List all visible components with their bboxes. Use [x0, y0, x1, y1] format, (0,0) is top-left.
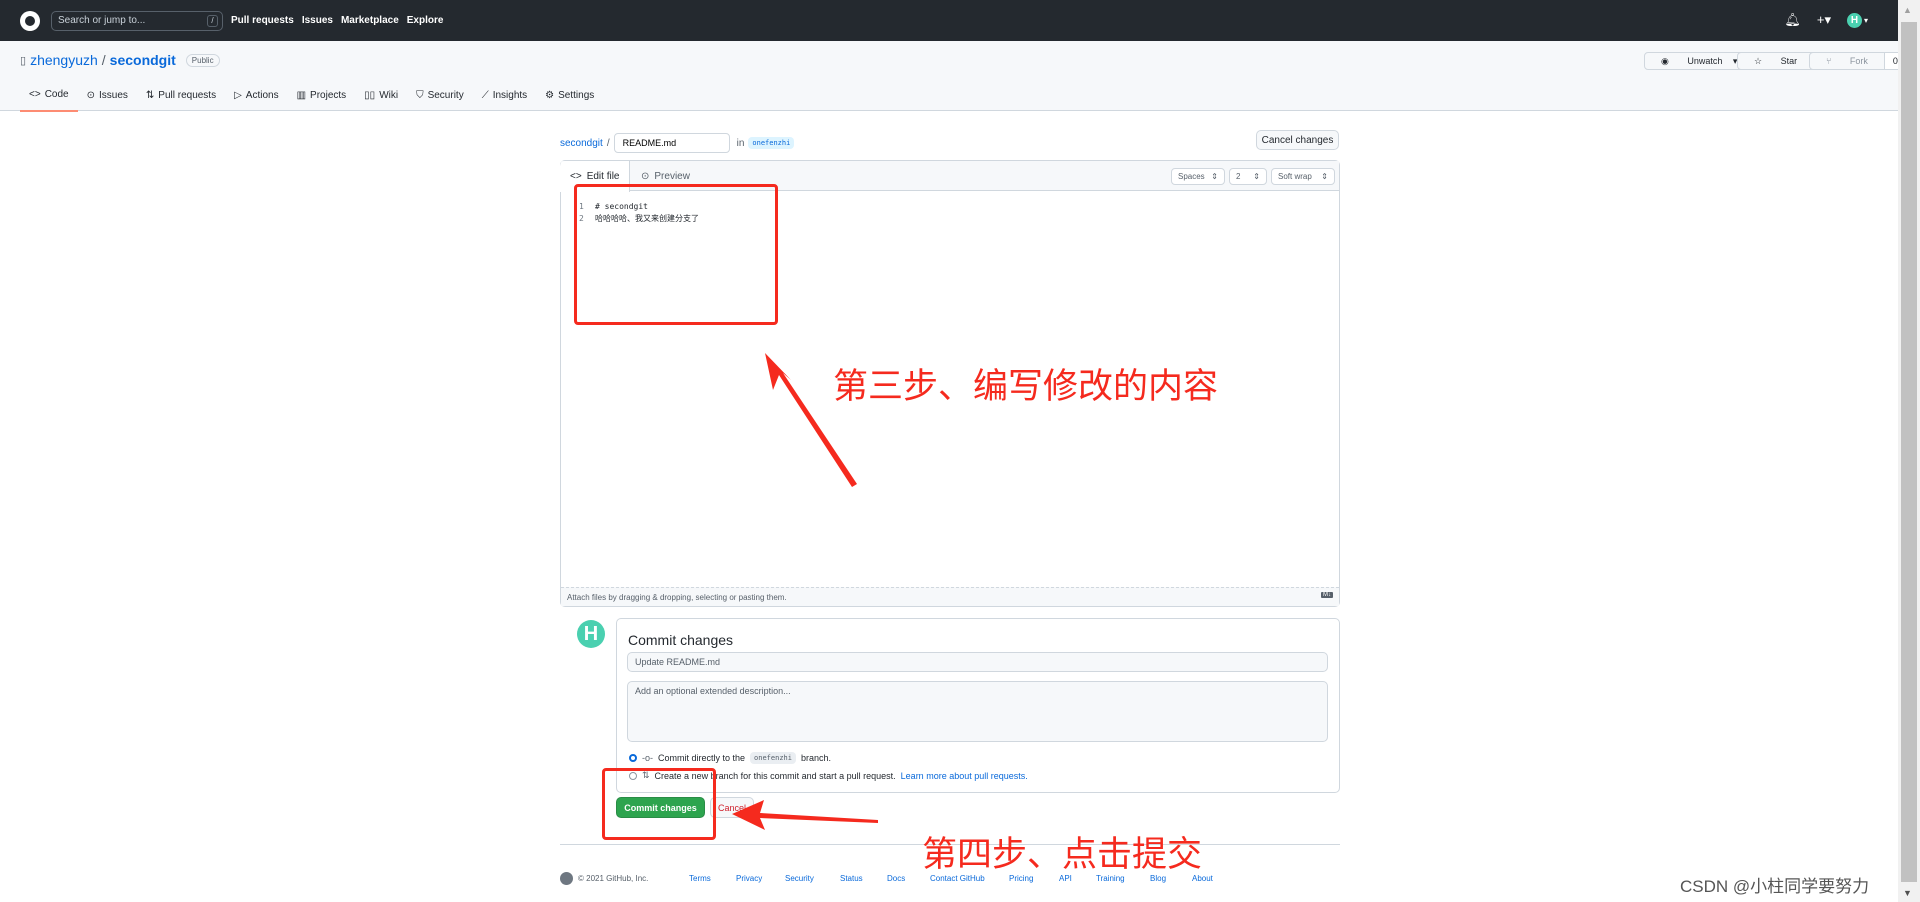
watermark: CSDN @小柱同学要努力	[1680, 877, 1870, 896]
annotation-step4: 第四步、点击提交	[922, 835, 1203, 875]
scrollbar-thumb[interactable]	[1901, 22, 1917, 882]
arrow-step4	[732, 800, 878, 830]
annotation-step3: 第三步、编写修改的内容	[833, 367, 1219, 407]
scroll-up-icon[interactable]: ▲	[1903, 5, 1912, 15]
annotation-arrows	[732, 353, 878, 830]
scroll-down-icon[interactable]: ▼	[1903, 888, 1912, 898]
